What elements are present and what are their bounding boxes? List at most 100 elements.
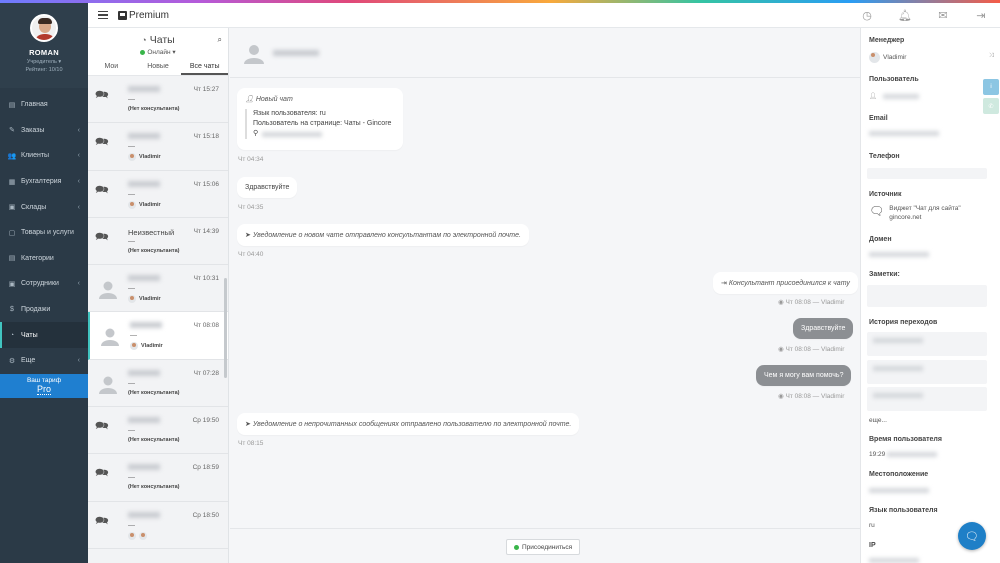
timestamp-text: Чт 08:08 — Vladimir: [785, 299, 845, 306]
online-status[interactable]: Онлайн ▾: [88, 48, 228, 56]
chat-time: Чт 14:39: [193, 227, 219, 235]
chat-conversation: 👤︎ Новый чат Язык пользователя: ru Польз…: [230, 28, 860, 563]
status-dot: [514, 544, 519, 550]
chat-list-item[interactable]: 🗪︎ Ср 18:59 — (Нет консультанта): [88, 454, 228, 502]
chat-assignee: (Нет консультанта): [128, 484, 179, 490]
page-line: Пользователь на странице: Чаты - Gincore: [253, 120, 392, 128]
user-role-dropdown[interactable]: Учредитель ▾: [0, 59, 88, 65]
nav-item-products[interactable]: ▢ Товары и услуги: [0, 220, 88, 246]
nav-label: Категории: [21, 254, 54, 262]
nav-item-home[interactable]: ▤ Главная: [0, 92, 88, 118]
header-icons: ◷ 🔔︎ ✉ ⇥: [848, 3, 1000, 28]
chat-icon: 🗨︎: [965, 530, 979, 543]
chat-preview: —: [128, 379, 135, 387]
status-label: Онлайн: [147, 49, 171, 56]
timestamp: ◉ Чт 08:08 — Vladimir: [778, 298, 844, 306]
chevron-left-icon: ‹: [77, 280, 80, 288]
nav-item-chats[interactable]: ◔ Чаты: [0, 322, 88, 348]
bell-icon[interactable]: 🔔︎: [886, 9, 924, 22]
calculator-icon: ▦: [8, 178, 16, 186]
phone-field[interactable]: [867, 168, 987, 179]
user-value: 👤︎: [869, 92, 920, 100]
tab-my[interactable]: Мои: [88, 63, 135, 75]
chat-list-item[interactable]: Чт 08:08 — Vladimir: [88, 312, 228, 360]
nav-item-categories[interactable]: ▤ Категории: [0, 246, 88, 272]
chat-list-item[interactable]: 🗪︎ Чт 15:27 — (Нет консультанта): [88, 76, 228, 124]
assignee-name: Vladimir: [139, 296, 161, 303]
eye-icon: ◉: [778, 346, 784, 353]
chat-list-item[interactable]: 🗪︎ Ср 18:50 —: [88, 501, 228, 549]
nav-item-warehouses[interactable]: ▣ Склады ‹: [0, 194, 88, 220]
notes-label: Заметки:: [869, 271, 900, 278]
chat-assignee: (Нет консультанта): [128, 437, 179, 443]
menu-toggle-icon[interactable]: [98, 9, 108, 22]
history-more-link[interactable]: еще...: [869, 417, 887, 424]
join-chat-button[interactable]: Присоединиться: [506, 539, 581, 555]
search-icon[interactable]: ⌕: [218, 35, 222, 45]
chat-list-item[interactable]: Чт 07:28 — (Нет консультанта): [88, 359, 228, 408]
timestamp: ◉ Чт 08:08 — Vladimir: [778, 345, 844, 353]
tab-new[interactable]: Новые: [135, 63, 182, 75]
history-item[interactable]: [867, 387, 987, 411]
assignee-name: (Нет консультанта): [128, 484, 180, 491]
location-blurred: [869, 488, 929, 493]
notice-content: Консультант присоединился к чату: [728, 280, 850, 287]
location-label: Местоположение: [869, 471, 929, 478]
chat-time: Чт 15:18: [193, 133, 219, 141]
chat-time: Чт 15:06: [193, 180, 219, 188]
user-blurred: [883, 93, 920, 99]
employee-icon: ▣: [8, 280, 16, 288]
lang-line: Язык пользователя: ru: [253, 110, 326, 117]
chat-list-item[interactable]: Чт 10:31 — Vladimir: [88, 265, 228, 313]
history-item[interactable]: [867, 360, 987, 384]
logout-icon[interactable]: ⇥: [962, 9, 1000, 22]
history-item[interactable]: [867, 332, 987, 356]
chat-list-item[interactable]: 🗪︎ Ср 19:50 — (Нет консультанта): [88, 407, 228, 455]
new-chat-heading: 👤︎ Новый чат: [245, 95, 395, 103]
mail-icon[interactable]: ✉: [924, 9, 962, 22]
clock-icon[interactable]: ◷: [848, 9, 886, 22]
time-text: 19:29: [869, 451, 886, 458]
floating-chat-button[interactable]: 🗨︎: [958, 522, 986, 550]
chat-bubbles-icon: 🗪︎: [95, 230, 109, 243]
chat-tabs: Мои Новые Все чаты: [88, 63, 229, 75]
chat-items: 🗪︎ Чт 15:27 — (Нет консультанта) 🗪︎ Чт 15:18 —…: [88, 76, 228, 549]
chat-assignees: [128, 531, 150, 540]
user-rating: Рейтинг: 10/10: [25, 67, 63, 73]
assignee-name: (Нет консультанта): [128, 106, 180, 112]
nav-item-sales[interactable]: $ Продажи: [0, 297, 88, 323]
system-notice-unread: ➤ Уведомление о непрочитанных сообщениях…: [237, 413, 580, 435]
chat-list-panel: ◔ Чаты ⌕ Онлайн ▾ Мои Новые Все чаты 🗪︎ Чт…: [88, 28, 229, 563]
language-label: Язык пользователя: [869, 507, 938, 514]
chat-list-item[interactable]: 🗪︎ Чт 15:18 — Vladimir: [88, 123, 228, 171]
notes-field[interactable]: [867, 285, 987, 307]
chat-visitor-name: [128, 133, 160, 140]
tab-all[interactable]: Все чаты: [181, 63, 229, 75]
tariff-badge[interactable]: Ваш тариф Pro: [0, 374, 88, 398]
chat-list-item[interactable]: 🗪︎ Неизвестный Чт 14:39 — (Нет консультанта): [88, 217, 228, 266]
ip-blurred: [869, 558, 919, 563]
assignee-name: Vladimir: [139, 154, 161, 161]
conversation-header: [230, 28, 860, 78]
brand-logo[interactable]: Premium: [118, 10, 169, 21]
chat-bubbles-icon: 🗪︎: [95, 89, 109, 101]
phone-icon[interactable]: ✆: [983, 98, 999, 114]
list-icon: ▤: [8, 255, 16, 263]
location-blurred: [262, 131, 323, 137]
chat-time: Ср 18:50: [192, 511, 219, 519]
chat-assignee: Vladimir: [128, 295, 161, 304]
shuffle-icon[interactable]: ⤨: [983, 48, 999, 64]
nav-item-more[interactable]: ⚙ Еще ‹: [0, 348, 88, 374]
chat-list-title: ◔ Чаты: [141, 34, 174, 46]
user-avatar-placeholder: [244, 44, 264, 64]
user-avatar[interactable]: [30, 14, 58, 42]
chat-list-item[interactable]: 🗪︎ Чт 15:06 — Vladimir: [88, 170, 228, 218]
nav-item-clients[interactable]: 👥 Клиенты ‹: [0, 143, 88, 169]
nav-item-orders[interactable]: ✎ Заказы ‹: [0, 118, 88, 144]
scrollbar[interactable]: [224, 278, 227, 378]
nav-item-accounting[interactable]: ▦ Бухгалтерия ‹: [0, 169, 88, 195]
info-icon[interactable]: i: [983, 79, 999, 95]
nav-item-employees[interactable]: ▣ Сотрудники ‹: [0, 271, 88, 297]
notice-text: ➤ Уведомление о новом чате отправлено ко…: [245, 232, 521, 239]
assignee-name: Vladimir: [141, 343, 163, 350]
